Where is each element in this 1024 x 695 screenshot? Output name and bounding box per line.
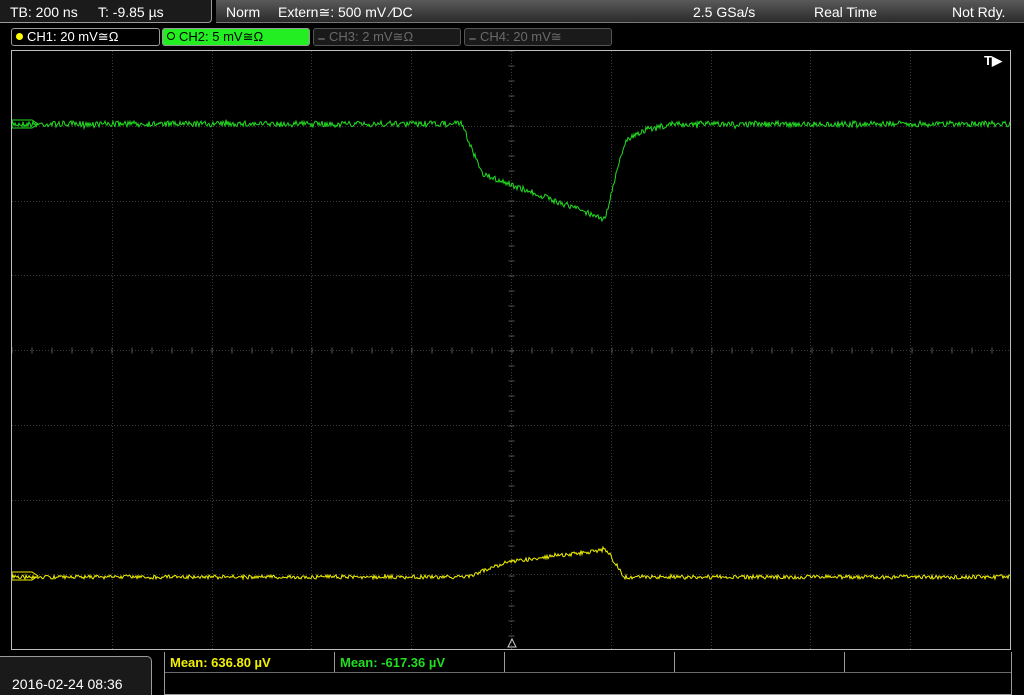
measurement-1-value: Mean: 636.80 µV [170,655,271,670]
measurement-cell-3[interactable] [505,652,675,672]
timebase-readout: TB: 200 ns [10,4,78,20]
waveform-canvas [12,51,1010,649]
trigger-marker-label: T▶ [984,53,1002,68]
timebase-box[interactable]: TB: 200 ns T: -9.85 µs [0,0,212,23]
channel-2-trace [12,119,1010,223]
datetime-readout: 2016-02-24 08:36 [12,676,123,692]
channel-3-indicator-icon [318,38,325,40]
status-bar: TB: 200 ns T: -9.85 µs Norm Extern≅: 500… [0,0,1024,24]
sample-rate: 2.5 GSa/s [693,4,756,20]
channel-3-button[interactable]: CH3: 2 mV≅Ω [313,28,461,46]
measurement-cell-2[interactable]: Mean: -617.36 µV [335,652,505,672]
channel-4-button[interactable]: CH4: 20 mV≅ [464,28,612,46]
channel-1-indicator-icon [16,33,23,40]
channel-3-label: CH3: 2 mV≅Ω [329,29,414,44]
channel-1-label: CH1: 20 mV≅Ω [27,29,119,44]
acquisition-strip[interactable]: Norm Extern≅: 500 mV ⁄DC 2.5 GSa/s Real … [216,0,1024,23]
channel-2-indicator-icon [167,32,175,40]
measurement-cell-4[interactable] [675,652,845,672]
channel-2-button[interactable]: CH2: 5 mV≅Ω [162,28,310,46]
trigger-source: Extern≅: 500 mV ⁄DC [278,4,413,20]
datetime-box: 2016-02-24 08:36 [0,656,152,695]
measurement-2-value: Mean: -617.36 µV [340,655,446,670]
channel-bar: CH1: 20 mV≅Ω CH2: 5 mV≅Ω CH3: 2 mV≅Ω CH4… [0,25,1024,49]
channel-1-button[interactable]: CH1: 20 mV≅Ω [11,28,160,46]
channel-4-label: CH4: 20 mV≅ [480,29,562,44]
trigger-time-readout: T: -9.85 µs [98,4,164,20]
measurement-row-divider [165,672,1011,673]
channel-2-label: CH2: 5 mV≅Ω [179,29,264,44]
measurement-panel[interactable]: Mean: 636.80 µV Mean: -617.36 µV [164,652,1012,695]
run-state: Not Rdy. [952,4,1006,20]
measurement-cell-1[interactable]: Mean: 636.80 µV [165,652,335,672]
trigger-mode: Norm [226,4,261,20]
channel-4-indicator-icon [469,38,476,40]
acquisition-mode: Real Time [814,4,878,20]
graticule [12,51,1010,649]
measurement-cell-5[interactable] [845,652,1012,672]
waveform-display[interactable] [11,50,1011,650]
